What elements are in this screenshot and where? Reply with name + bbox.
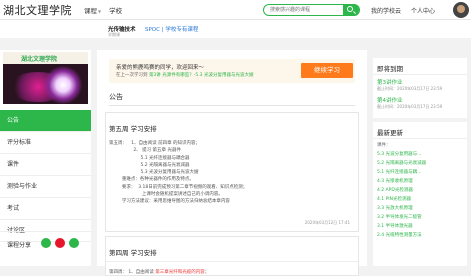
- course-type: 学期课: [108, 32, 120, 37]
- nav-item-course[interactable]: 课程▼: [84, 5, 101, 15]
- divider: [109, 105, 355, 106]
- top-navigation-bar: 湖北文理学院 课程▼ 学校 我的学校云 个人中心: [0, 0, 471, 20]
- update-item[interactable]: 2.4 光缆特性测量方法: [377, 232, 422, 238]
- due-item-name[interactable]: 第4讲作业: [377, 96, 403, 104]
- update-item[interactable]: 5.1 光纤连接器与耦...: [377, 169, 421, 175]
- sidebar-menu: 公告 评分标准 课件 测验与作业 考试 讨论区: [0, 110, 91, 242]
- last-study-link[interactable]: 第3讲 光源件有哪些？-5.3 光波分复用器与光波大嫂: [149, 73, 254, 78]
- update-item[interactable]: 4.3 光接收机原理: [377, 178, 413, 184]
- announcement-card: 第四周 学习安排 第四周： 1、自由阅读 第三章光纤和光缆的内容；: [105, 236, 359, 276]
- course-sidebar: 湖北文理学院 公告 评分标准 课件 测验与作业 考试 讨论区 课程分享: [0, 50, 91, 266]
- update-item[interactable]: 3.1 半导体激光器: [377, 223, 413, 229]
- site-logo[interactable]: 湖北文理学院: [3, 2, 72, 18]
- spoc-label[interactable]: SPOC | 学校专有课程: [145, 25, 198, 33]
- update-item[interactable]: 5.3 光波分复用器与...: [377, 151, 421, 157]
- sidebar-item-exams[interactable]: 考试: [0, 198, 91, 220]
- announcement-body: 第五周： 1、自由阅读 前四章 的知识内容； 2、 提习 第五章 光器件 5.1…: [109, 141, 248, 205]
- announcement-title: 第四周 学习安排: [109, 249, 157, 257]
- update-item[interactable]: 4.2 APD光检测器: [377, 187, 413, 193]
- course-header: 光传输技术 SPOC | 学校专有课程 学期课: [0, 20, 471, 38]
- qzone-icon[interactable]: [69, 238, 79, 248]
- avatar[interactable]: [453, 2, 469, 18]
- welcome-message: 亲爱的熊鹿鸣赛的同学，欢迎回来～: [116, 65, 205, 71]
- last-study-info: 在上一次学习到 第3讲 光源件有哪些？-5.3 光波分复用器与光波大嫂: [116, 73, 254, 78]
- share-label: 课程分享: [7, 242, 32, 249]
- due-item-date: 截止时间：2020年03月17日 23:59: [377, 86, 443, 91]
- update-item[interactable]: 5.2 光隔离器与光衰减器: [377, 160, 426, 166]
- main-content: 亲爱的熊鹿鸣赛的同学，欢迎回来～ 在上一次学习到 第3讲 光源件有哪些？-5.3…: [97, 50, 367, 276]
- updates-caption: 课件：: [377, 143, 391, 148]
- course-banner-image: 湖北文理学院: [3, 52, 88, 104]
- sidebar-item-courseware[interactable]: 课件: [0, 154, 91, 176]
- wechat-icon[interactable]: [41, 238, 51, 248]
- search-input[interactable]: [270, 5, 340, 15]
- course-share: 课程分享: [0, 231, 91, 253]
- continue-study-button[interactable]: 继续学习: [301, 63, 353, 78]
- chevron-down-icon: ▼: [98, 9, 102, 14]
- due-item-date: 截止时间：2020年03月17日 23:59: [377, 104, 443, 109]
- latest-updates-panel: 最新更新 课件： 5.3 光波分复用器与... 5.2 光隔离器与光衰减器 5.…: [373, 122, 467, 266]
- search-button[interactable]: [343, 4, 359, 16]
- sidebar-item-quizzes[interactable]: 测验与作业: [0, 176, 91, 198]
- announcement-card: 第五周 学习安排 第五周： 1、自由阅读 前四章 的知识内容； 2、 提习 第五…: [105, 112, 359, 232]
- announcement-time: 2020年03月12日 17:41: [304, 220, 350, 225]
- user-links: 我的学校云 个人中心: [371, 6, 435, 15]
- nav-item-school[interactable]: 学校: [109, 5, 122, 15]
- latest-updates-title: 最新更新: [377, 129, 403, 137]
- update-item[interactable]: 3.2 半导体发光二极管: [377, 214, 422, 220]
- announcement-snippet: 第四周： 1、自由阅读 第三章光纤和光缆的内容；: [109, 270, 210, 275]
- search-box: [263, 4, 360, 16]
- sidebar-item-announcements[interactable]: 公告: [0, 110, 91, 132]
- page-title: 公告: [109, 93, 123, 101]
- top-nav: 课程▼ 学校: [84, 5, 122, 15]
- update-item[interactable]: 3.3 光放大机原理: [377, 205, 413, 211]
- banner-school-name: 湖北文理学院: [21, 56, 58, 63]
- announcement-title: 第五周 学习安排: [109, 125, 157, 133]
- weibo-icon[interactable]: [55, 238, 65, 248]
- due-soon-panel: 即将到期 第3讲作业 截止时间：2020年03月17日 23:59 第4讲作业 …: [373, 58, 467, 118]
- due-item-name[interactable]: 第3讲作业: [377, 78, 403, 86]
- nav-course-label: 课程: [84, 7, 97, 15]
- personal-center-link[interactable]: 个人中心: [411, 6, 435, 15]
- due-soon-title: 即将到期: [377, 65, 403, 73]
- update-item[interactable]: 4.1 PIN光检测器: [377, 196, 411, 202]
- my-school-link[interactable]: 我的学校云: [371, 6, 401, 15]
- sidebar-item-grading[interactable]: 评分标准: [0, 132, 91, 154]
